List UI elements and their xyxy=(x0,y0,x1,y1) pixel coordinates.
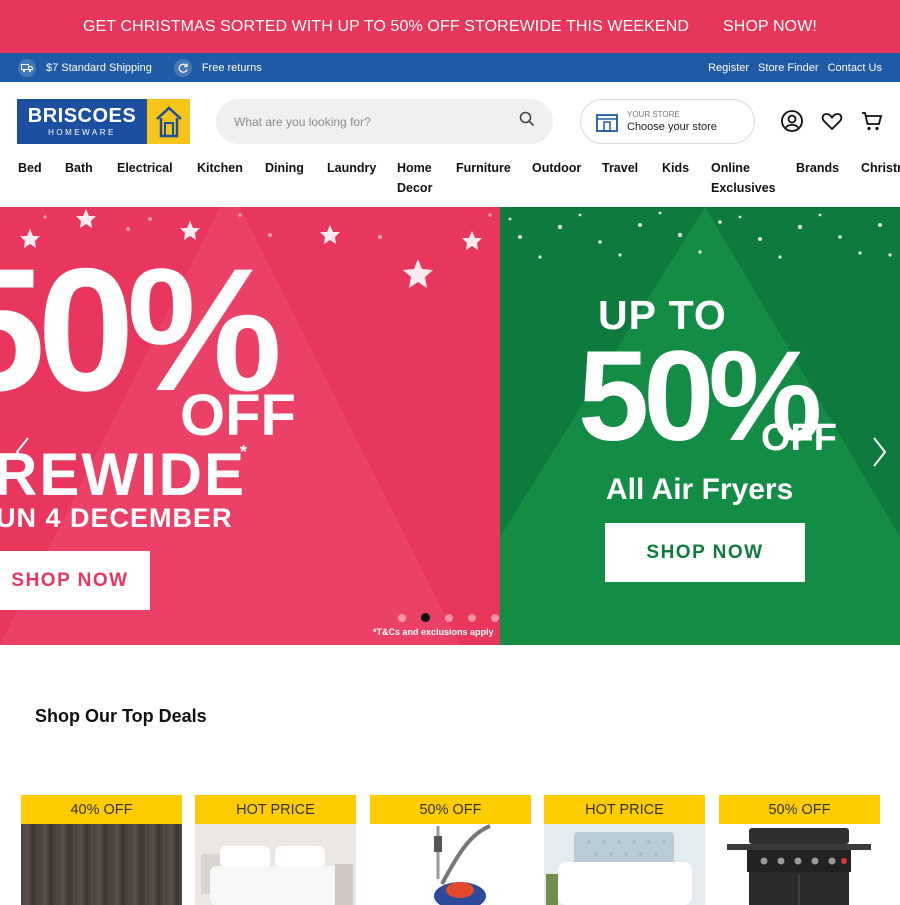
nav-item-furniture[interactable]: Furniture xyxy=(456,158,511,178)
info-bar: $7 Standard Shipping Free returns Regist… xyxy=(0,53,900,82)
nav-item-kitchen[interactable]: Kitchen xyxy=(197,158,243,178)
returns-info[interactable]: Free returns xyxy=(173,58,262,77)
site-header: BRISCOES HOMEWARE YOUR STORE Choose your… xyxy=(0,82,900,154)
hero-left-line2: UN 4 DECEMBER xyxy=(0,503,233,533)
account-icon[interactable] xyxy=(780,109,804,133)
hero-carousel: 50% OFF REWIDE * UN 4 DECEMBER SHOP NOW … xyxy=(0,207,900,645)
store-icon xyxy=(595,111,619,133)
promo-text: GET CHRISTMAS SORTED WITH UP TO 50% OFF … xyxy=(83,17,690,35)
main-nav: Bed Bath Electrical Kitchen Dining Laund… xyxy=(0,154,900,207)
nav-item-outdoor[interactable]: Outdoor xyxy=(532,158,581,178)
hero-right-off: OFF xyxy=(761,417,837,459)
promo-banner[interactable]: GET CHRISTMAS SORTED WITH UP TO 50% OFF … xyxy=(0,0,900,53)
nav-item-home-decor[interactable]: Home Decor xyxy=(397,158,447,198)
promo-shop-now-link[interactable]: SHOP NOW! xyxy=(723,18,817,36)
carousel-dot-active[interactable] xyxy=(421,613,430,622)
store-small-label: YOUR STORE xyxy=(627,109,680,119)
deal-card-duvet[interactable]: HOT PRICE xyxy=(544,795,705,905)
deal-badge: 50% OFF xyxy=(719,795,880,824)
hero-left-asterisk: * xyxy=(240,442,248,462)
hero-right-shop-now-button[interactable]: SHOP NOW xyxy=(605,523,805,582)
nav-item-electrical[interactable]: Electrical xyxy=(117,158,173,178)
deal-badge: HOT PRICE xyxy=(544,795,705,824)
top-deals-title: Shop Our Top Deals xyxy=(35,706,207,726)
store-selector[interactable]: YOUR STORE Choose your store xyxy=(580,99,755,144)
logo-sub: HOMEWARE xyxy=(48,128,116,137)
store-main-label: Choose your store xyxy=(627,120,717,133)
nav-item-online-exclusives[interactable]: Online Exclusives xyxy=(711,158,781,198)
deal-card-bed-linen[interactable]: HOT PRICE xyxy=(195,795,356,905)
deal-card-bbq[interactable]: 50% OFF xyxy=(719,795,880,905)
carousel-dot[interactable] xyxy=(468,613,476,622)
carousel-dot[interactable] xyxy=(398,613,406,622)
logo-wordmark: BRISCOES HOMEWARE xyxy=(17,99,147,144)
deal-card-curtain[interactable]: 40% OFF xyxy=(21,795,182,905)
deal-badge: 40% OFF xyxy=(21,795,182,824)
hero-left-disclaimer: *T&Cs and exclusions apply xyxy=(373,627,494,637)
carousel-dot[interactable] xyxy=(491,613,499,622)
truck-icon xyxy=(18,58,36,77)
contact-us-link[interactable]: Contact Us xyxy=(828,62,882,74)
hero-left-shop-now-button[interactable]: SHOP NOW xyxy=(0,551,150,610)
register-link[interactable]: Register xyxy=(708,62,749,74)
briscoes-logo[interactable]: BRISCOES HOMEWARE xyxy=(17,99,190,144)
vacuum-image xyxy=(370,824,531,905)
carousel-next-chevron-icon[interactable] xyxy=(868,434,890,470)
carousel-prev-chevron-icon[interactable] xyxy=(12,434,34,470)
logo-word: BRISCOES xyxy=(27,105,137,127)
deal-badge: 50% OFF xyxy=(370,795,531,824)
search-input[interactable] xyxy=(234,114,519,129)
wishlist-heart-icon[interactable] xyxy=(820,109,844,133)
bbq-image xyxy=(719,824,880,905)
utility-links: Register Store Finder Contact Us xyxy=(708,62,882,74)
shipping-text: $7 Standard Shipping xyxy=(46,61,152,74)
bed-linen-image xyxy=(195,824,356,905)
header-icons xyxy=(780,109,884,133)
shipping-info[interactable]: $7 Standard Shipping xyxy=(18,58,152,77)
deal-badge: HOT PRICE xyxy=(195,795,356,824)
house-icon xyxy=(147,99,190,144)
store-finder-link[interactable]: Store Finder xyxy=(758,62,819,74)
nav-item-bath[interactable]: Bath xyxy=(65,158,93,178)
carousel-dot[interactable] xyxy=(445,613,453,622)
curtain-image xyxy=(21,824,182,905)
returns-text: Free returns xyxy=(201,61,262,74)
duvet-image xyxy=(544,824,705,905)
nav-item-christmas[interactable]: Christmas xyxy=(861,158,900,178)
nav-item-kids[interactable]: Kids xyxy=(662,158,689,178)
hero-slide-air-fryers[interactable]: UP TO 50% OFF All Air Fryers SHOP NOW xyxy=(500,207,900,645)
returns-icon xyxy=(173,58,192,77)
nav-item-dining[interactable]: Dining xyxy=(265,158,304,178)
hero-left-line1: REWIDE xyxy=(0,441,246,508)
deal-card-vacuum[interactable]: 50% OFF xyxy=(370,795,531,905)
cart-icon[interactable] xyxy=(860,109,884,133)
nav-item-laundry[interactable]: Laundry xyxy=(327,158,376,178)
search-bar xyxy=(216,99,553,144)
nav-item-travel[interactable]: Travel xyxy=(602,158,638,178)
hero-right-subtitle: All Air Fryers xyxy=(606,473,794,506)
carousel-dots xyxy=(398,613,499,622)
nav-item-bed[interactable]: Bed xyxy=(18,158,42,178)
hero-left-off: OFF xyxy=(180,383,296,448)
nav-item-brands[interactable]: Brands xyxy=(796,158,839,178)
store-labels: YOUR STORE Choose your store xyxy=(627,110,717,134)
search-icon[interactable] xyxy=(519,111,535,132)
hero-slide-storewide[interactable]: 50% OFF REWIDE * UN 4 DECEMBER SHOP NOW … xyxy=(0,207,500,645)
